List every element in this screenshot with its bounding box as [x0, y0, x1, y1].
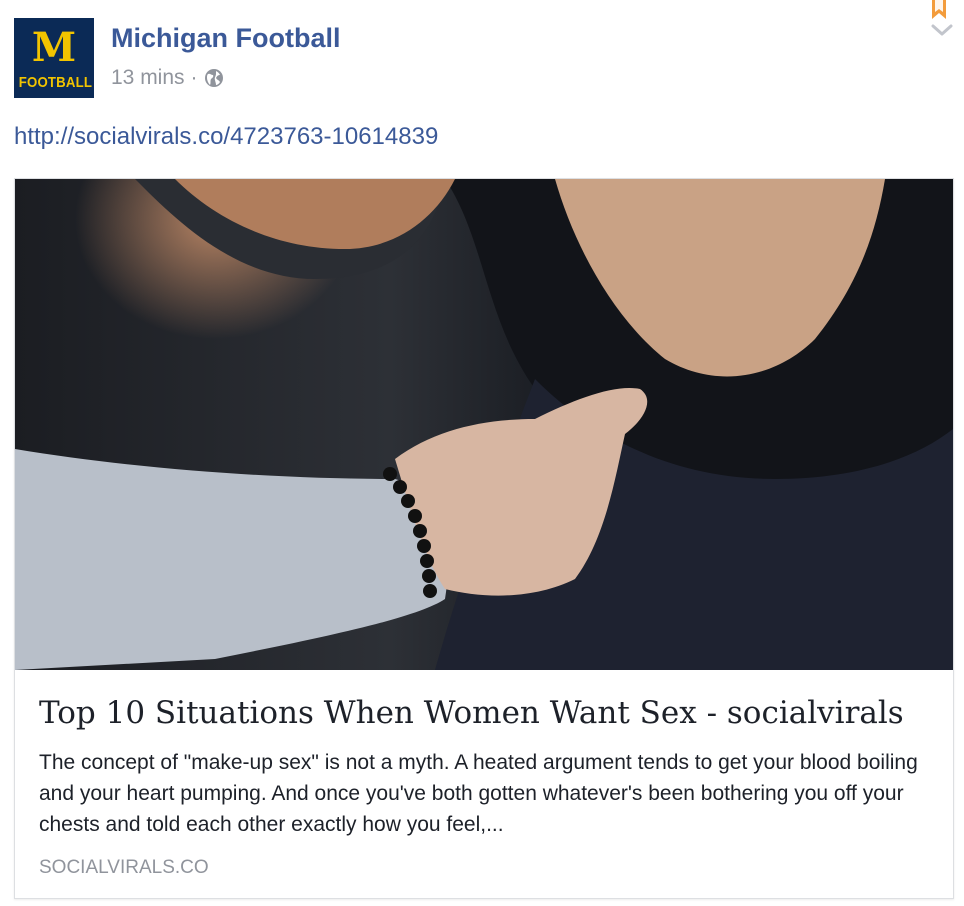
post-link-url[interactable]: http://socialvirals.co/4723763-10614839	[14, 122, 438, 152]
avatar-logo-word: FOOTBALL	[18, 74, 93, 91]
post-timestamp[interactable]: 13 mins	[111, 66, 185, 90]
avatar-logo-letter: M	[31, 24, 77, 71]
bookmark-icon[interactable]	[931, 0, 947, 20]
feed-post: M FOOTBALL Michigan Football 13 mins · h…	[0, 0, 964, 906]
page-avatar[interactable]: M FOOTBALL	[14, 18, 94, 98]
link-preview-domain: SOCIALVIRALS.CO	[39, 857, 209, 878]
link-preview-card[interactable]: Top 10 Situations When Women Want Sex - …	[14, 178, 954, 899]
link-preview-title[interactable]: Top 10 Situations When Women Want Sex - …	[39, 693, 939, 733]
chevron-down-icon[interactable]	[930, 22, 954, 38]
meta-separator: ·	[190, 66, 198, 89]
post-meta: 13 mins ·	[111, 63, 224, 93]
globe-icon[interactable]	[204, 68, 224, 88]
link-preview-image[interactable]	[15, 179, 953, 670]
link-preview-description: The concept of "make-up sex" is not a my…	[39, 751, 918, 836]
page-name-link[interactable]: Michigan Football	[111, 22, 341, 54]
